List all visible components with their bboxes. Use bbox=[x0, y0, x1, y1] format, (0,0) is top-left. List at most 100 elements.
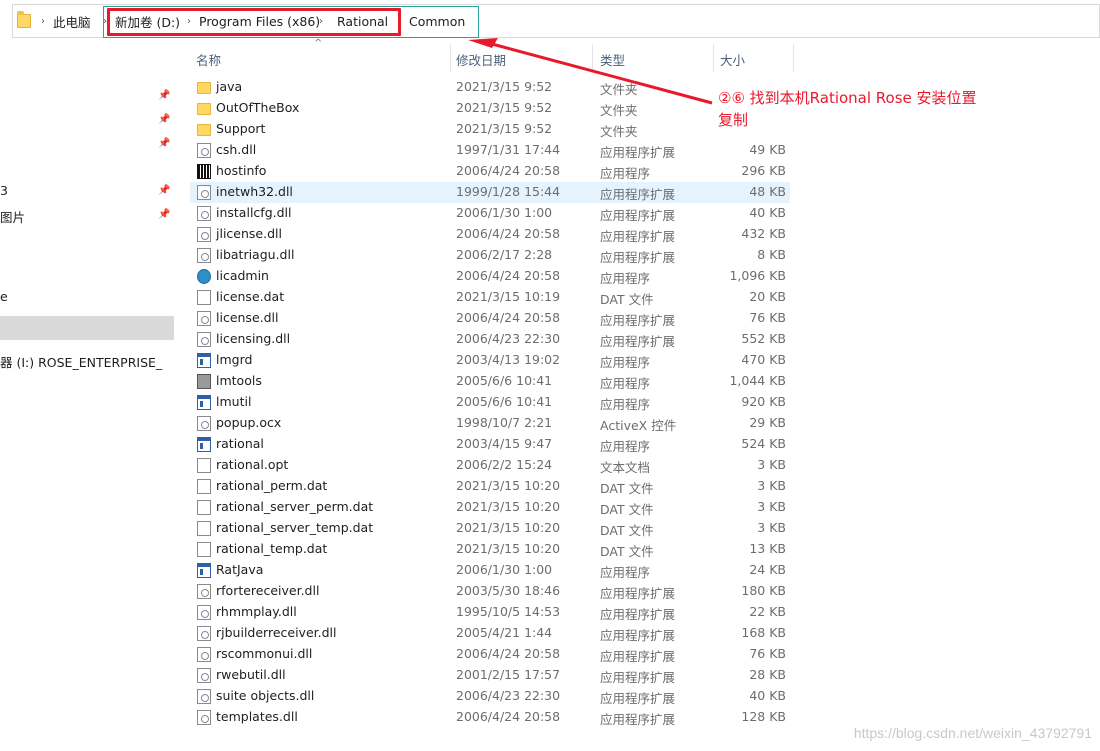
file-name: Support bbox=[216, 121, 266, 136]
dll-icon bbox=[197, 689, 211, 704]
sidebar-item[interactable]: e bbox=[0, 289, 8, 304]
file-date: 1995/10/5 14:53 bbox=[456, 604, 561, 619]
file-row[interactable]: rfortereceiver.dll 2003/5/30 18:46 应用程序扩展 1… bbox=[190, 581, 790, 602]
file-row[interactable]: rational_server_perm.dat 2021/3/15 10:20 D… bbox=[190, 497, 790, 518]
file-name: rwebutil.dll bbox=[216, 667, 286, 682]
folder-icon bbox=[17, 5, 31, 37]
file-row[interactable]: java 2021/3/15 9:52 文件夹 bbox=[190, 77, 790, 98]
file-name: OutOfTheBox bbox=[216, 100, 300, 115]
file-name: licensing.dll bbox=[216, 331, 291, 346]
file-row[interactable]: popup.ocx 1998/10/7 2:21 ActiveX 控件 29 KB bbox=[190, 413, 790, 434]
file-row[interactable]: hostinfo 2006/4/24 20:58 应用程序 296 KB bbox=[190, 161, 790, 182]
file-row[interactable]: rational.opt 2006/2/2 15:24 文本文档 3 KB bbox=[190, 455, 790, 476]
file-date: 2006/4/23 22:30 bbox=[456, 331, 561, 346]
sidebar-item-selected[interactable] bbox=[0, 316, 174, 340]
file-date: 2006/1/30 1:00 bbox=[456, 562, 553, 577]
file-date: 2003/5/30 18:46 bbox=[456, 583, 561, 598]
file-row[interactable]: rational_temp.dat 2021/3/15 10:20 DAT 文件 13… bbox=[190, 539, 790, 560]
file-name: rational_temp.dat bbox=[216, 541, 328, 556]
file-size: 13 KB bbox=[749, 541, 786, 556]
file-row[interactable]: OutOfTheBox 2021/3/15 9:52 文件夹 bbox=[190, 98, 790, 119]
file-date: 2021/3/15 10:19 bbox=[456, 289, 561, 304]
pin-icon: 📌 bbox=[158, 114, 171, 125]
file-type: 应用程序 bbox=[600, 565, 651, 580]
file-size: 20 KB bbox=[749, 289, 786, 304]
file-row[interactable]: csh.dll 1997/1/31 17:44 应用程序扩展 49 KB bbox=[190, 140, 790, 161]
file-row[interactable]: licadmin 2006/4/24 20:58 应用程序 1,096 KB bbox=[190, 266, 790, 287]
file-size: 22 KB bbox=[749, 604, 786, 619]
dll-icon bbox=[197, 584, 211, 599]
sidebar-item-drive-i[interactable]: 器 (I:) ROSE_ENTERPRISE_ bbox=[0, 352, 162, 371]
file-row[interactable]: rhmmplay.dll 1995/10/5 14:53 应用程序扩展 22 KB bbox=[190, 602, 790, 623]
file-type: DAT 文件 bbox=[600, 481, 654, 496]
column-divider[interactable] bbox=[793, 44, 794, 72]
file-row[interactable]: lmtools 2005/6/6 10:41 应用程序 1,044 KB bbox=[190, 371, 790, 392]
file-name: lmtools bbox=[216, 373, 262, 388]
folder-icon bbox=[197, 124, 211, 136]
column-header-size[interactable]: 大小 bbox=[720, 50, 745, 69]
file-date: 2021/3/15 10:20 bbox=[456, 478, 561, 493]
file-row[interactable]: rational 2003/4/15 9:47 应用程序 524 KB bbox=[190, 434, 790, 455]
file-row[interactable]: RatJava 2006/1/30 1:00 应用程序 24 KB bbox=[190, 560, 790, 581]
file-name: installcfg.dll bbox=[216, 205, 292, 220]
address-bar[interactable]: › 此电脑 › 新加卷 (D:) › Program Files (x86) ›… bbox=[12, 4, 1100, 38]
file-row[interactable]: installcfg.dll 2006/1/30 1:00 应用程序扩展 40 KB bbox=[190, 203, 790, 224]
column-header-name[interactable]: 名称 bbox=[196, 50, 221, 69]
file-icon bbox=[197, 458, 211, 473]
file-date: 2001/2/15 17:57 bbox=[456, 667, 561, 682]
annotation-line: ②⑥ 找到本机Rational Rose 安装位置 bbox=[718, 89, 977, 107]
file-row[interactable]: templates.dll 2006/4/24 20:58 应用程序扩展 128 KB bbox=[190, 707, 790, 728]
file-size: 24 KB bbox=[749, 562, 786, 577]
file-type: DAT 文件 bbox=[600, 292, 654, 307]
column-divider[interactable] bbox=[713, 44, 714, 72]
file-row[interactable]: rational_perm.dat 2021/3/15 10:20 DAT 文件 3 … bbox=[190, 476, 790, 497]
file-type: 应用程序扩展 bbox=[600, 145, 676, 160]
file-row[interactable]: lmgrd 2003/4/13 19:02 应用程序 470 KB bbox=[190, 350, 790, 371]
file-row[interactable]: rational_server_temp.dat 2021/3/15 10:20 D… bbox=[190, 518, 790, 539]
column-divider[interactable] bbox=[450, 44, 451, 72]
file-name: libatriagu.dll bbox=[216, 247, 295, 262]
sidebar-item-pictures[interactable]: 图片 bbox=[0, 207, 25, 226]
file-size: 1,044 KB bbox=[729, 373, 786, 388]
file-name: rational.opt bbox=[216, 457, 289, 472]
file-date: 2021/3/15 10:20 bbox=[456, 499, 561, 514]
file-row[interactable]: Support 2021/3/15 9:52 文件夹 bbox=[190, 119, 790, 140]
file-row[interactable]: license.dll 2006/4/24 20:58 应用程序扩展 76 KB bbox=[190, 308, 790, 329]
column-header-date[interactable]: 修改日期 bbox=[456, 50, 506, 69]
file-name: lmutil bbox=[216, 394, 252, 409]
file-type: 文件夹 bbox=[600, 124, 638, 139]
file-list[interactable]: java 2021/3/15 9:52 文件夹 OutOfTheBox 2021/3/1… bbox=[190, 77, 790, 728]
file-date: 1998/10/7 2:21 bbox=[456, 415, 553, 430]
dll-icon bbox=[197, 626, 211, 641]
app-icon bbox=[197, 353, 211, 368]
annotation-line: 复制 bbox=[718, 111, 749, 129]
file-row[interactable]: jlicense.dll 2006/4/24 20:58 应用程序扩展 432 KB bbox=[190, 224, 790, 245]
file-row[interactable]: inetwh32.dll 1999/1/28 15:44 应用程序扩展 48 KB bbox=[190, 182, 790, 203]
file-row[interactable]: lmutil 2005/6/6 10:41 应用程序 920 KB bbox=[190, 392, 790, 413]
file-row[interactable]: rwebutil.dll 2001/2/15 17:57 应用程序扩展 28 KB bbox=[190, 665, 790, 686]
file-name: hostinfo bbox=[216, 163, 267, 178]
file-row[interactable]: suite objects.dll 2006/4/23 22:30 应用程序扩展 40… bbox=[190, 686, 790, 707]
file-row[interactable]: licensing.dll 2006/4/23 22:30 应用程序扩展 552 KB bbox=[190, 329, 790, 350]
file-type: ActiveX 控件 bbox=[600, 418, 677, 433]
chevron-right-icon[interactable]: › bbox=[41, 5, 45, 37]
sidebar-item[interactable]: 3 bbox=[0, 183, 8, 198]
file-icon bbox=[197, 500, 211, 515]
file-size: 49 KB bbox=[749, 142, 786, 157]
dll-icon bbox=[197, 416, 211, 431]
dll-icon bbox=[197, 185, 211, 200]
file-row[interactable]: rscommonui.dll 2006/4/24 20:58 应用程序扩展 76 KB bbox=[190, 644, 790, 665]
file-row[interactable]: libatriagu.dll 2006/2/17 2:28 应用程序扩展 8 KB bbox=[190, 245, 790, 266]
file-date: 1997/1/31 17:44 bbox=[456, 142, 561, 157]
navigation-pane[interactable]: 📌 📌 📌 📌 📌 3 图片 e 器 (I:) ROSE_ENTERPRISE_ bbox=[0, 40, 176, 751]
dll-icon bbox=[197, 668, 211, 683]
dll-icon bbox=[197, 143, 211, 158]
file-date: 2006/4/23 22:30 bbox=[456, 688, 561, 703]
column-header-type[interactable]: 类型 bbox=[600, 50, 625, 69]
file-name: rjbuilderreceiver.dll bbox=[216, 625, 337, 640]
file-type: 应用程序扩展 bbox=[600, 712, 676, 727]
file-row[interactable]: license.dat 2021/3/15 10:19 DAT 文件 20 KB bbox=[190, 287, 790, 308]
file-row[interactable]: rjbuilderreceiver.dll 2005/4/21 1:44 应用程序扩… bbox=[190, 623, 790, 644]
column-divider[interactable] bbox=[592, 44, 593, 72]
breadcrumb-this-pc[interactable]: 此电脑 bbox=[53, 5, 91, 37]
